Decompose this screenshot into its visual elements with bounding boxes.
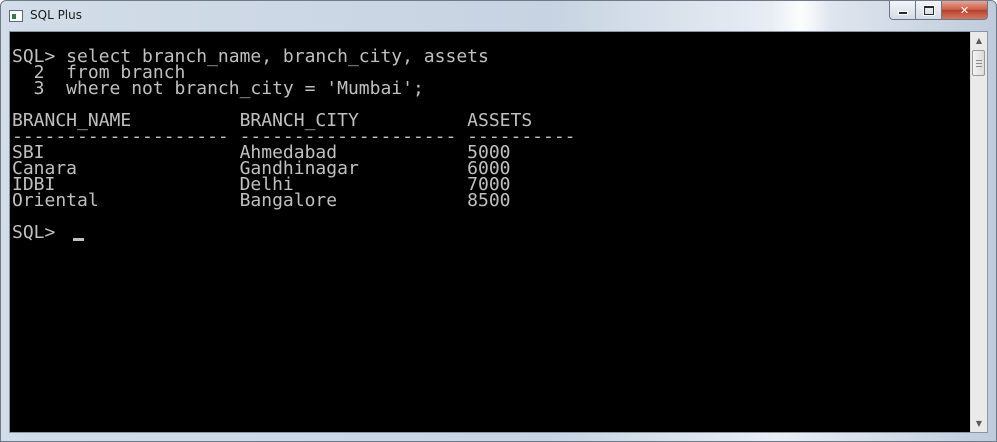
vertical-scrollbar[interactable]: ▲ ▼ [970,32,987,432]
scrollbar-thumb[interactable] [972,50,985,76]
maximize-icon [923,5,934,15]
console-client-area: SQL> select branch_name, branch_city, as… [9,31,988,433]
text-cursor [73,238,84,241]
sqlplus-window: SQL Plus ✕ SQL> select branch_name, bran… [0,0,997,442]
console-line: 3 where not branch_city = 'Mumbai'; [12,78,424,99]
title-bar[interactable]: SQL Plus ✕ [1,1,996,31]
sql-prompt[interactable]: SQL> [12,224,66,242]
console-output[interactable]: SQL> select branch_name, branch_city, as… [10,32,971,432]
scroll-up-arrow-icon[interactable]: ▲ [971,32,987,49]
window-title: SQL Plus [30,8,82,22]
result-row: Oriental Bangalore 8500 [12,190,511,211]
thumb-grip [976,60,982,61]
scroll-down-arrow-icon[interactable]: ▼ [971,415,987,432]
close-button[interactable]: ✕ [942,1,988,20]
window-controls: ✕ [889,1,988,21]
thumb-grip [976,66,982,67]
close-icon: ✕ [959,3,970,17]
title-bar-glare [771,1,831,31]
thumb-grip [976,63,982,64]
minimize-icon [897,11,908,15]
console-window-icon[interactable] [9,10,23,22]
maximize-button[interactable] [916,1,942,20]
minimize-button[interactable] [889,1,916,20]
